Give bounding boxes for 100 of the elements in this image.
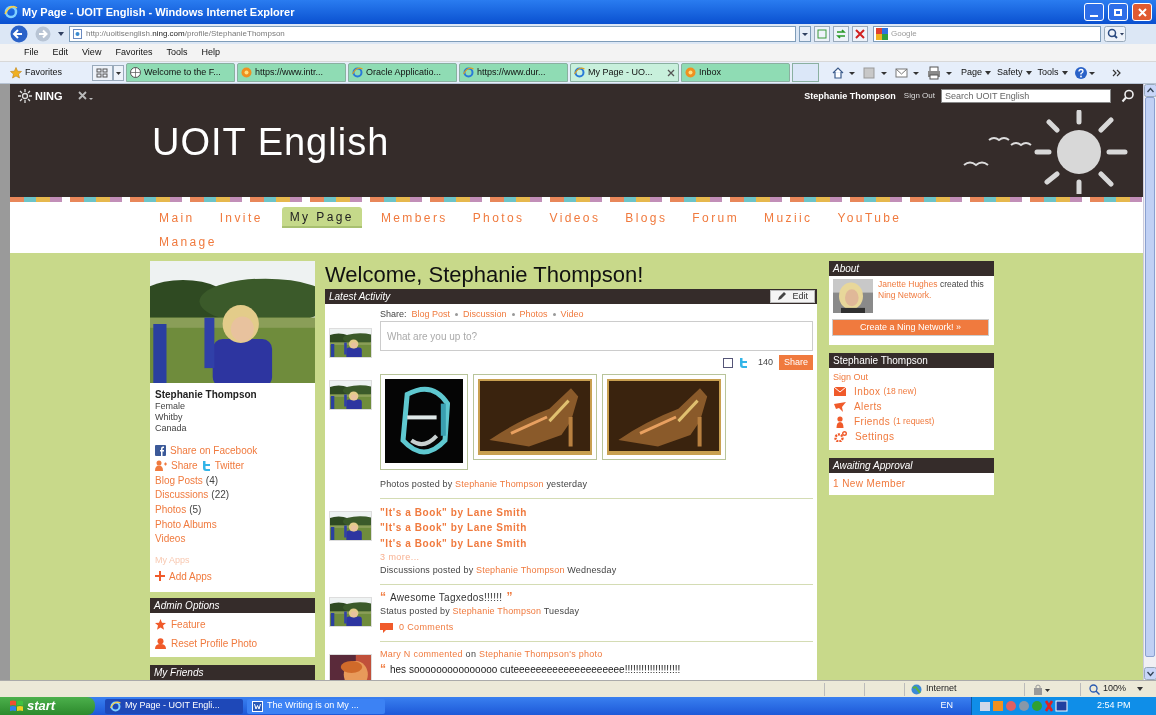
creator-link[interactable]: Janette Hughes [878,279,938,289]
share-link[interactable]: Share [171,458,198,474]
command-button[interactable]: Safety [997,65,1032,80]
post-caption: Photos posted by Stephanie Thompson yesterday [380,478,589,491]
new-member-link[interactable]: 1 New Member [829,473,994,491]
nav-tab[interactable]: Members [374,207,454,228]
home-button[interactable] [831,65,857,80]
nav-tab[interactable]: Manage [153,231,223,252]
sidebar-link[interactable]: Videos [155,531,186,547]
menu-item[interactable]: Help [201,45,220,60]
help-button[interactable] [1073,65,1096,80]
topic-title-link[interactable]: "It's a Book" by Lane Smith [380,504,813,520]
share-facebook-link[interactable]: Share on Facebook [170,443,258,459]
feeds-button[interactable] [863,65,889,80]
quick-tabs-button[interactable] [92,64,124,81]
share-type-link[interactable]: Discussion [463,307,507,322]
network-link[interactable]: Ning Network. [878,289,932,300]
account-link[interactable]: Settings [855,429,895,444]
search-field[interactable]: Google [873,26,1101,42]
favorites-button[interactable]: Favorites [10,65,90,80]
nav-tab[interactable]: My Page [281,207,362,228]
sidebar-link[interactable]: Photos [155,502,187,517]
author-link[interactable]: Mary N commented [380,648,463,659]
nav-tab[interactable]: Muziic [758,207,819,228]
browser-tab[interactable]: Oracle Applicatio... [348,63,457,82]
photo-link[interactable]: Stephanie Thompson's photo [478,648,603,659]
refresh-button[interactable] [833,26,849,42]
scroll-down-icon[interactable] [1144,667,1156,680]
restore-button[interactable] [1108,3,1128,21]
topic-title-link[interactable]: "It's a Book" by Lane Smith [380,535,813,551]
share-type-link[interactable]: Blog Post [411,307,451,322]
search-icon[interactable] [1121,89,1135,104]
nav-tab[interactable]: Photos [466,207,531,228]
menu-item[interactable]: Edit [52,45,69,60]
status-input[interactable]: What are you up to? [380,321,813,351]
language-indicator[interactable]: EN [940,699,953,713]
search-button[interactable] [1104,26,1126,42]
twitter-checkbox[interactable] [722,357,733,368]
account-link[interactable]: Alerts [854,399,882,414]
ning-logo[interactable]: NING [18,88,63,105]
address-field[interactable]: http://uoitisenglish.ning.com/profile/StephanieThompson [69,26,796,42]
close-button[interactable] [1132,3,1152,21]
profile-name: Stephanie Thompson [155,389,258,402]
start-button[interactable]: start [0,697,95,715]
count-text: (5) [189,503,202,517]
browser-tab[interactable]: My Page - UO... [570,63,679,82]
add-apps-link[interactable]: Add Apps [169,568,212,584]
taskbar-button[interactable]: My Page - UOIT Engli... [105,698,243,714]
sign-out-link[interactable]: Sign Out [829,368,994,384]
admin-link[interactable]: Reset Profile Photo [171,636,258,651]
more-link[interactable]: 3 more... [380,551,813,564]
share-button[interactable]: Share [778,355,813,370]
account-link[interactable]: Friends [854,414,891,429]
nav-tab[interactable]: Blogs [619,207,674,228]
admin-link[interactable]: Feature [171,617,206,632]
nav-tab[interactable]: YouTube [831,207,908,228]
nav-tab[interactable]: Invite [213,207,269,228]
command-button[interactable]: Page [961,65,992,80]
scrollbar[interactable] [1143,84,1156,680]
taskbar-button[interactable]: The Writing is on My ... [247,698,385,714]
sidebar-link[interactable]: Photo Albums [155,516,217,532]
browser-tab[interactable]: https://www.intr... [237,63,346,82]
menu-item[interactable]: View [82,45,102,60]
sidebar-link[interactable]: Blog Posts [155,472,203,488]
close-tab-icon[interactable] [667,68,675,77]
menu-item[interactable]: File [24,45,39,60]
twitter-link[interactable]: Twitter [214,458,245,474]
sign-out-link[interactable]: Sign Out [903,90,935,103]
nav-tab[interactable]: Forum [686,207,746,228]
sidebar-link[interactable]: Discussions [155,487,209,503]
scroll-up-icon[interactable] [1144,84,1156,97]
comments-link[interactable]: 0 Comments [399,621,454,635]
box-header: Admin Options [150,598,315,613]
author-link[interactable]: Stephanie Thompson [455,479,544,489]
command-button[interactable]: Tools [1037,65,1068,80]
topic-title-link[interactable]: "It's a Book" by Lane Smith [380,520,813,536]
minimize-button[interactable] [1084,3,1104,21]
browser-tab[interactable]: Welcome to the F... [126,63,235,82]
share-type-link[interactable]: Photos [519,307,548,322]
menu-item[interactable]: Favorites [115,45,153,60]
share-type-link[interactable]: Video [560,307,584,322]
more-icon[interactable] [1111,67,1122,78]
author-link[interactable]: Stephanie Thompson [476,565,565,575]
nav-tab[interactable]: Videos [543,207,607,228]
dropdown-button[interactable] [799,26,811,42]
edit-button[interactable]: Edit [770,290,815,303]
stop-button[interactable] [852,26,868,42]
author-link[interactable]: Stephanie Thompson [452,605,542,616]
account-link[interactable]: Inbox [854,384,881,399]
nav-tab[interactable]: Main [153,207,201,228]
browser-tab[interactable]: https://www.dur... [459,63,568,82]
create-network-button[interactable]: Create a Ning Network! » [832,319,989,337]
zoom-button[interactable]: 100% [1080,682,1156,696]
back-button[interactable] [8,25,30,43]
menu-item[interactable]: Tools [166,45,188,60]
browser-tab[interactable]: Inbox [681,63,790,82]
site-search-field[interactable]: Search UOIT English [941,89,1111,104]
tools-icon[interactable] [76,90,95,103]
print-button[interactable] [927,65,955,80]
mail-button[interactable] [895,65,921,80]
